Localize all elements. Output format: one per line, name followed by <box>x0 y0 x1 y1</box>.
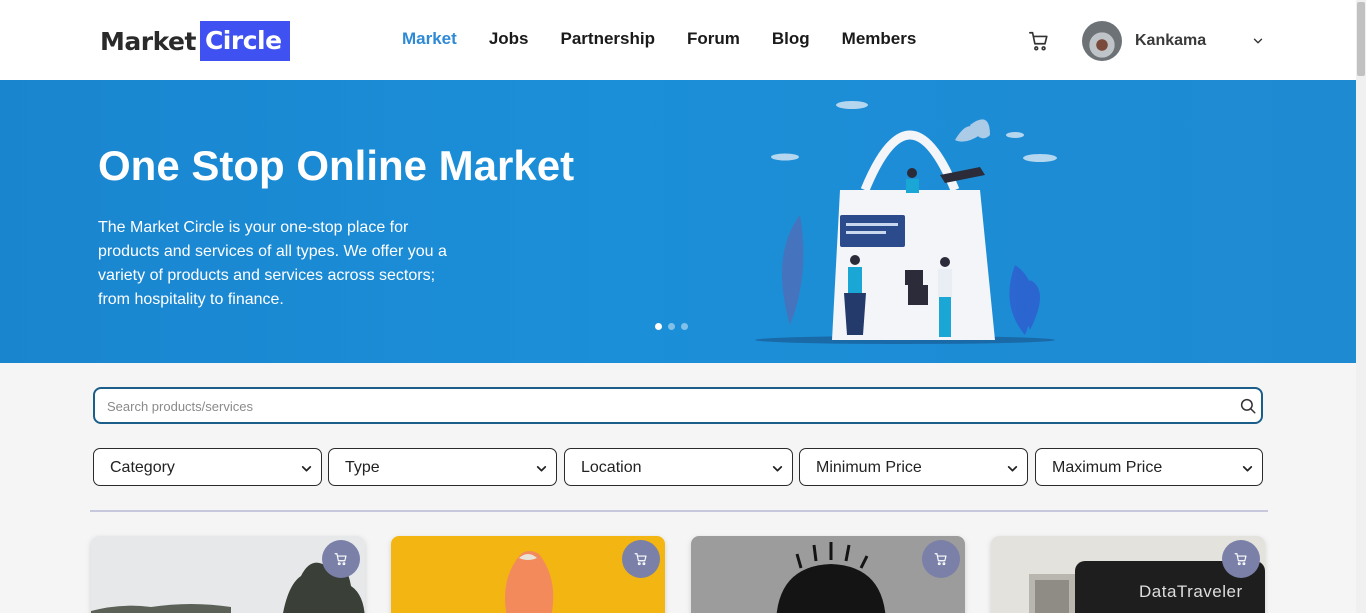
add-to-cart-button[interactable] <box>1222 540 1260 578</box>
hero-title: One Stop Online Market <box>98 142 575 189</box>
product-card[interactable] <box>91 536 365 613</box>
user-name[interactable]: Kankama <box>1135 32 1206 50</box>
minimum-price-select[interactable]: Minimum Price <box>799 448 1028 486</box>
nav-blog[interactable]: Blog <box>772 29 810 49</box>
usb-brand-text: DataTraveler <box>1139 582 1243 601</box>
maximum-price-select-label: Maximum Price <box>1052 459 1163 476</box>
logo-word-market: Market <box>100 26 196 56</box>
add-to-cart-button[interactable] <box>322 540 360 578</box>
add-to-cart-button[interactable] <box>922 540 960 578</box>
carousel-dot-1[interactable] <box>655 323 662 330</box>
product-image <box>391 536 665 613</box>
product-card[interactable]: DataTraveler <box>991 536 1265 613</box>
chevron-down-icon <box>1007 466 1018 472</box>
page-scrollbar[interactable] <box>1356 0 1366 613</box>
category-select-label: Category <box>110 459 175 476</box>
nav-market[interactable]: Market <box>402 29 457 49</box>
shopping-bag-illustration <box>755 101 1057 344</box>
chevron-down-icon <box>772 466 783 472</box>
cart-icon <box>634 553 647 566</box>
hero-description: The Market Circle is your one-stop place… <box>98 219 447 308</box>
nav-forum[interactable]: Forum <box>687 29 740 49</box>
cart-icon <box>1234 553 1247 566</box>
nav-partnership[interactable]: Partnership <box>561 29 655 49</box>
type-select-label: Type <box>345 459 380 476</box>
logo-word-circle: Circle <box>199 21 290 61</box>
type-select[interactable]: Type <box>328 448 557 486</box>
product-image <box>91 536 365 613</box>
location-select-label: Location <box>581 459 642 476</box>
product-image <box>691 536 965 613</box>
search-icon[interactable] <box>1239 397 1257 415</box>
location-select[interactable]: Location <box>564 448 793 486</box>
minimum-price-select-label: Minimum Price <box>816 459 922 476</box>
nav-jobs[interactable]: Jobs <box>489 29 529 49</box>
maximum-price-select[interactable]: Maximum Price <box>1035 448 1263 486</box>
product-card[interactable] <box>391 536 665 613</box>
section-divider <box>90 510 1268 512</box>
main-nav: Market Jobs Partnership Forum Blog Membe… <box>402 29 916 49</box>
cart-icon <box>334 553 347 566</box>
carousel-dot-3[interactable] <box>681 323 688 330</box>
chevron-down-icon <box>1242 466 1253 472</box>
category-select[interactable]: Category <box>93 448 322 486</box>
search-input[interactable] <box>107 396 1227 416</box>
chevron-down-icon[interactable] <box>1251 34 1265 48</box>
top-navbar: Market Circle Market Jobs Partnership Fo… <box>0 0 1356 80</box>
search-bar <box>93 387 1263 424</box>
chevron-down-icon <box>536 466 547 472</box>
scrollbar-thumb[interactable] <box>1357 2 1365 76</box>
filter-row: Category Type Location Minimum Price Max… <box>93 448 1263 486</box>
cart-icon <box>934 553 947 566</box>
cart-icon[interactable] <box>1028 30 1050 52</box>
product-card[interactable] <box>691 536 965 613</box>
hero-banner: One Stop Online Market The Market Circle… <box>0 80 1356 363</box>
carousel-dot-2[interactable] <box>668 323 675 330</box>
nav-members[interactable]: Members <box>842 29 917 49</box>
site-logo[interactable]: Market Circle <box>100 21 290 61</box>
carousel-indicators <box>655 323 688 330</box>
chevron-down-icon <box>301 466 312 472</box>
add-to-cart-button[interactable] <box>622 540 660 578</box>
user-avatar[interactable] <box>1082 21 1122 61</box>
